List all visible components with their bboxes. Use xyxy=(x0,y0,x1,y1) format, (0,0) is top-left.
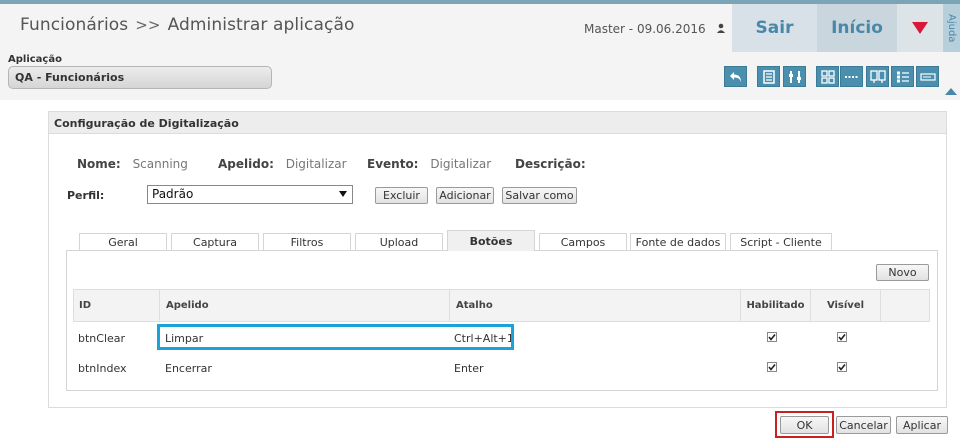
descricao-field: Descrição: xyxy=(515,157,586,171)
salvar-como-button[interactable]: Salvar como xyxy=(502,187,577,204)
apelido-value: Digitalizar xyxy=(285,157,347,171)
column-header-atalho[interactable]: Atalho xyxy=(449,290,740,321)
sair-button[interactable]: Sair xyxy=(732,4,817,52)
visivel-checkbox[interactable] xyxy=(837,362,847,372)
separator-button[interactable] xyxy=(840,66,863,87)
column-header-id[interactable]: ID xyxy=(74,290,159,321)
tab-geral[interactable]: Geral xyxy=(79,233,167,250)
column-header-habilitado[interactable]: Habilitado xyxy=(740,290,810,321)
visivel-checkbox[interactable] xyxy=(837,332,847,342)
cell-id: btnClear xyxy=(78,331,126,345)
field-icon xyxy=(919,72,936,81)
columns-icon xyxy=(869,69,886,83)
nome-label: Nome: xyxy=(77,157,121,171)
habilitado-checkbox[interactable] xyxy=(767,362,777,372)
document-icon xyxy=(762,69,775,84)
tools-button[interactable] xyxy=(783,66,806,87)
cell-apelido[interactable]: Encerrar xyxy=(165,353,212,383)
tab-campos[interactable]: Campos xyxy=(539,233,627,250)
application-label: Aplicação xyxy=(8,54,62,65)
perfil-select[interactable]: Padrão xyxy=(147,185,353,204)
nome-value: Scanning xyxy=(132,157,188,171)
grid-layout-icon xyxy=(820,69,835,84)
row-highlight-outline xyxy=(157,324,514,350)
panel-title: Configuração de Digitalização xyxy=(49,112,946,134)
descricao-label: Descrição: xyxy=(515,157,586,171)
tab-captura[interactable]: Captura xyxy=(171,233,259,250)
aplicar-button[interactable]: Aplicar xyxy=(896,416,948,434)
triangle-down-icon xyxy=(912,22,928,34)
tab-fonte-de-dados[interactable]: Fonte de dados xyxy=(630,233,726,250)
dropdown-arrow-icon xyxy=(339,191,347,197)
columns-button[interactable] xyxy=(866,66,889,87)
application-select[interactable]: QA - Funcionários xyxy=(8,66,272,89)
tab-upload[interactable]: Upload xyxy=(355,233,443,250)
breadcrumb: Funcionários >> Administrar aplicação xyxy=(20,15,355,35)
apelido-field: Apelido: Digitalizar xyxy=(218,157,347,171)
apelido-label: Apelido: xyxy=(218,157,274,171)
novo-button[interactable]: Novo xyxy=(876,264,929,281)
excluir-button[interactable]: Excluir xyxy=(375,187,428,204)
back-button[interactable] xyxy=(724,66,747,87)
habilitado-checkbox[interactable] xyxy=(767,332,777,342)
grid-layout-button[interactable] xyxy=(816,66,839,87)
breadcrumb-separator: >> xyxy=(135,16,161,34)
tab-filtros[interactable]: Filtros xyxy=(263,233,351,250)
user-label: Master - 09.06.2016 xyxy=(584,22,706,36)
ok-button[interactable]: OK xyxy=(780,416,829,434)
tools-icon xyxy=(788,70,801,83)
cell-atalho[interactable]: Enter xyxy=(454,353,484,383)
field-button[interactable] xyxy=(916,66,939,87)
table-row[interactable]: btnIndex Encerrar Enter xyxy=(73,353,930,383)
cell-id: btnIndex xyxy=(78,361,127,375)
column-header-visivel[interactable]: Visível xyxy=(810,290,880,321)
evento-field: Evento: Digitalizar xyxy=(367,157,491,171)
cancelar-button[interactable]: Cancelar xyxy=(836,416,891,434)
column-header-apelido[interactable]: Apelido xyxy=(159,290,449,321)
adicionar-button[interactable]: Adicionar xyxy=(436,187,494,204)
evento-label: Evento: xyxy=(367,157,419,171)
grid-header: ID Apelido Atalho Habilitado Visível xyxy=(73,289,930,322)
tab-botoes[interactable]: Botões xyxy=(447,230,535,251)
person-icon xyxy=(715,22,727,34)
inicio-button[interactable]: Início xyxy=(817,4,897,52)
tab-script-cliente[interactable]: Script - Cliente xyxy=(730,233,832,250)
nome-field: Nome: Scanning xyxy=(77,157,188,171)
perfil-label: Perfil: xyxy=(67,189,105,202)
list-button[interactable] xyxy=(891,66,914,87)
document-button[interactable] xyxy=(757,66,780,87)
ajuda-tab[interactable]: Ajuda xyxy=(943,4,960,52)
user-info: Master - 09.06.2016 xyxy=(584,22,727,36)
menu-button[interactable] xyxy=(897,4,943,52)
column-header-extra xyxy=(880,290,929,321)
undo-arrow-icon xyxy=(729,71,741,82)
list-icon xyxy=(896,71,909,82)
breadcrumb-app[interactable]: Funcionários xyxy=(20,15,128,35)
dotted-line-icon xyxy=(844,75,859,78)
perfil-selected-value: Padrão xyxy=(152,187,194,201)
breadcrumb-page: Administrar aplicação xyxy=(167,15,355,35)
collapse-up-icon[interactable] xyxy=(945,88,957,95)
evento-value: Digitalizar xyxy=(430,157,492,171)
